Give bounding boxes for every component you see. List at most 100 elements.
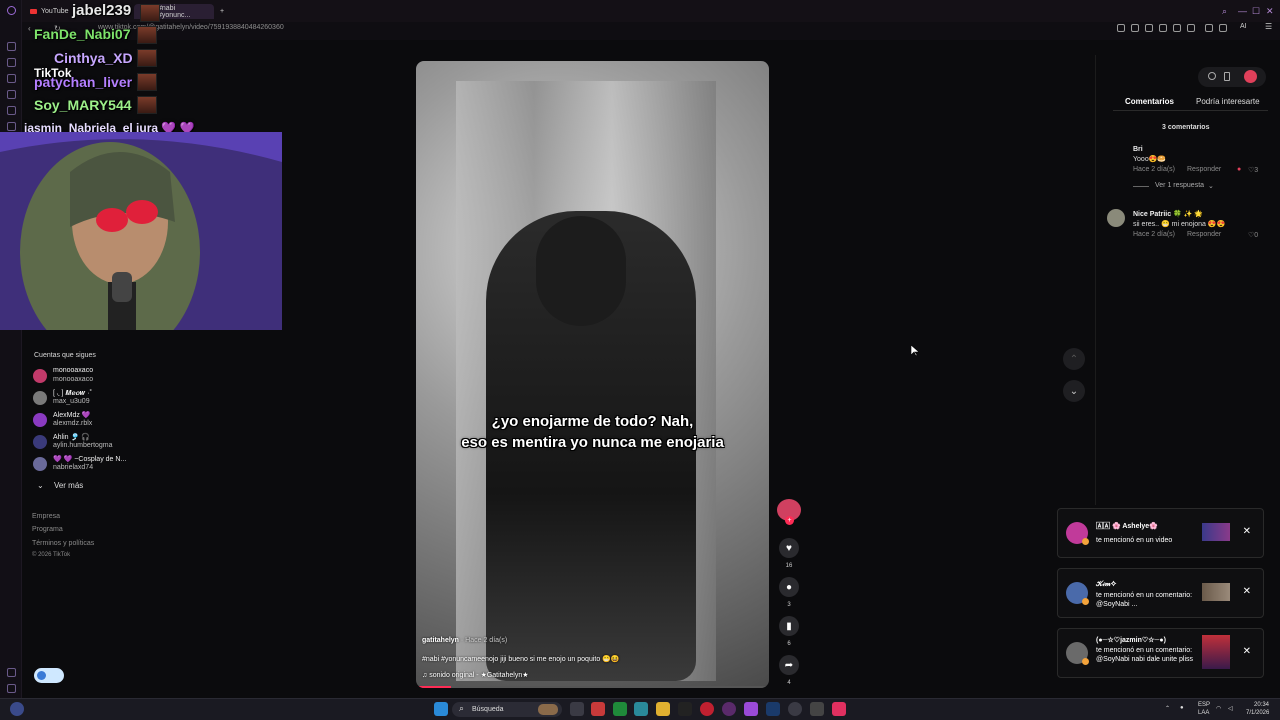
steam-icon[interactable]: [766, 702, 780, 716]
reply-button[interactable]: Responder: [1187, 231, 1221, 238]
reply-button[interactable]: Responder: [1187, 166, 1221, 173]
heart-icon[interactable]: [1187, 24, 1195, 32]
mention-badge-icon: [1082, 538, 1089, 545]
compass-icon[interactable]: [1208, 72, 1216, 80]
xbox-icon[interactable]: [613, 702, 627, 716]
comment-count-label: 3 comentarios: [1162, 124, 1210, 131]
notification-toast[interactable]: 𝒦𝒾𝓂✧ te mencionó en un comentario: @SoyN…: [1057, 568, 1264, 618]
followed-account[interactable]: AlexMdz 💜 alexmdz.rblx: [33, 411, 163, 431]
notification-author: 🄰🄰 🌸 Ashelye🌸: [1096, 523, 1158, 530]
rail-more-icon[interactable]: [7, 684, 16, 693]
clock-time[interactable]: 20:34: [1254, 702, 1269, 708]
folder-icon[interactable]: [656, 702, 670, 716]
next-video-button[interactable]: ⌄: [1063, 380, 1085, 402]
notification-text: te mencionó en un comentario: @SoyNabi n…: [1096, 647, 1193, 663]
rail-item-icon[interactable]: [7, 122, 16, 131]
account-name: AlexMdz 💜: [53, 412, 91, 419]
app-icon[interactable]: [591, 702, 605, 716]
close-notification-button[interactable]: ✕: [1243, 526, 1251, 537]
rail-item-icon[interactable]: [7, 58, 16, 67]
notification-toast[interactable]: 🄰🄰 🌸 Ashelye🌸 te mencionó en un video ✕: [1057, 508, 1264, 558]
tab-comments[interactable]: Comentarios: [1125, 97, 1174, 106]
followed-account[interactable]: 💜 💜 ~Cosplay de N... nabrielaxd74: [33, 455, 163, 475]
back-icon[interactable]: ‹: [28, 24, 31, 33]
app-icon[interactable]: [678, 702, 692, 716]
rail-settings-icon[interactable]: [7, 668, 16, 677]
history-icon[interactable]: [1219, 24, 1227, 32]
footer-link-company[interactable]: Empresa: [32, 513, 60, 520]
app-icon[interactable]: [700, 702, 714, 716]
opera-gx-icon[interactable]: [722, 702, 736, 716]
previous-video-button[interactable]: ⌃: [1063, 348, 1085, 370]
avatar: [33, 369, 47, 383]
twitch-icon[interactable]: [744, 702, 758, 716]
followed-account[interactable]: monooaxaco monooaxaco: [33, 367, 163, 387]
sidebar-toggle-icon[interactable]: ☰: [1265, 22, 1272, 31]
extension-icon[interactable]: [1131, 24, 1139, 32]
play-icon[interactable]: [1173, 24, 1181, 32]
app-icon[interactable]: [810, 702, 824, 716]
chat-username: Soy_MARY544: [34, 97, 132, 113]
screenshot-icon[interactable]: [1159, 24, 1167, 32]
wifi-icon[interactable]: ◠: [1216, 705, 1221, 712]
browser-logo-icon: [7, 6, 16, 15]
comment-author[interactable]: Bri: [1133, 146, 1273, 153]
tiktok-icon[interactable]: [832, 702, 846, 716]
video-author[interactable]: gatitahelyn: [422, 637, 459, 644]
like-button[interactable]: ♥: [779, 538, 799, 558]
comment-like-button[interactable]: ♡0: [1248, 231, 1258, 239]
new-tab-button[interactable]: +: [214, 4, 230, 19]
avatar[interactable]: [1107, 209, 1125, 227]
tray-chevron-icon[interactable]: ⌃: [1165, 705, 1170, 712]
keyboard-language[interactable]: ESP: [1198, 702, 1210, 708]
save-button[interactable]: ▮: [779, 616, 799, 636]
shield-icon[interactable]: [1145, 24, 1153, 32]
followed-account[interactable]: [ ◟ ] 𝑴𝒆𝒐𝒘 ·˚ max_u3u09: [33, 389, 163, 409]
search-icon[interactable]: ⌕: [1222, 6, 1227, 17]
account-handle: max_u3u09: [53, 398, 90, 405]
minimize-icon[interactable]: —: [1238, 6, 1247, 16]
tab-recommended[interactable]: Podría interesarte: [1196, 97, 1260, 106]
start-windows-icon[interactable]: [434, 702, 448, 716]
footer-link-terms[interactable]: Términos y políticas: [32, 540, 94, 547]
comment-button[interactable]: ●: [779, 577, 799, 597]
profile-avatar[interactable]: [1244, 70, 1257, 83]
bookmark-icon[interactable]: [1117, 24, 1125, 32]
chat-icon[interactable]: [1205, 24, 1213, 32]
followed-account[interactable]: Ahlin 🎐 🎧 aylin.humbertogma: [33, 433, 163, 453]
volume-icon[interactable]: ◁: [1228, 705, 1233, 712]
author-avatar[interactable]: +: [777, 499, 801, 525]
tab-youtube[interactable]: YouTube: [24, 4, 75, 19]
mic-icon[interactable]: ●: [1180, 705, 1184, 711]
toggle-switch[interactable]: [34, 668, 64, 683]
close-notification-button[interactable]: ✕: [1243, 586, 1251, 597]
rail-item-icon[interactable]: [7, 90, 16, 99]
see-more-button[interactable]: ⌄ Ver más: [37, 481, 83, 490]
taskbar-search[interactable]: ⌕ Búsqueda: [452, 702, 562, 717]
comment-like-button[interactable]: ♡3: [1248, 166, 1258, 174]
rail-item-icon[interactable]: [7, 74, 16, 83]
chat-username: FanDe_Nabi07: [34, 26, 131, 42]
video-progress-bar[interactable]: [416, 686, 769, 688]
comment-author[interactable]: Nice Patriic 🍀 ✨ 🌟: [1133, 210, 1273, 218]
close-window-icon[interactable]: ✕: [1266, 6, 1274, 17]
device-icon[interactable]: [1224, 72, 1230, 81]
maximize-icon[interactable]: ☐: [1252, 6, 1260, 17]
app-icon[interactable]: [788, 702, 802, 716]
view-replies-button[interactable]: Ver 1 respuesta ⌄: [1133, 182, 1273, 192]
rail-item-icon[interactable]: [7, 106, 16, 115]
close-notification-button[interactable]: ✕: [1243, 646, 1251, 657]
footer-link-program[interactable]: Programa: [32, 526, 63, 533]
rail-item-icon[interactable]: [7, 42, 16, 51]
video-sound[interactable]: ♫ sonido original - ★Gatitahelyn★: [422, 671, 529, 679]
widgets-icon[interactable]: [10, 702, 24, 716]
task-view-icon[interactable]: [570, 702, 584, 716]
tab-divider: [1113, 110, 1268, 111]
ai-button[interactable]: AI: [1240, 23, 1247, 30]
video-player[interactable]: ¿yo enojarme de todo? Nah, eso es mentir…: [416, 61, 769, 688]
clock-date[interactable]: 7/1/2026: [1246, 710, 1269, 716]
app-icon[interactable]: [634, 702, 648, 716]
follow-plus-icon[interactable]: +: [785, 516, 794, 525]
notification-toast[interactable]: (●─☆♡jazmin♡☆─●) te mencionó en un comen…: [1057, 628, 1264, 678]
share-button[interactable]: ➦: [779, 655, 799, 675]
